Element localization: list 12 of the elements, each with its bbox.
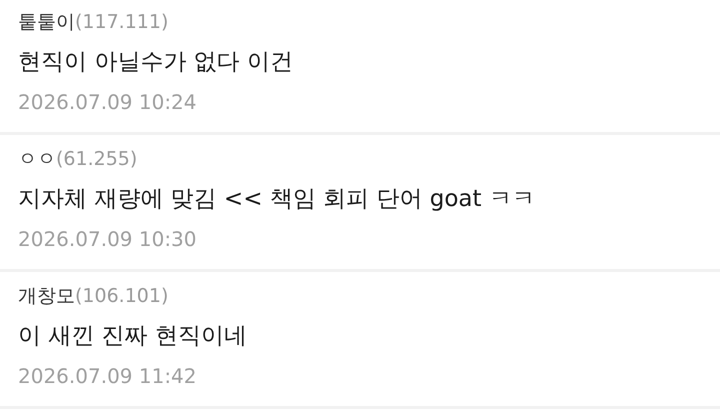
comment-text: 지자체 재량에 맞김 << 책임 회피 단어 goat ㅋㅋ	[18, 185, 536, 214]
comment-ip: (61.255)	[56, 148, 138, 170]
comment-text: 현직이 아닐수가 없다 이건	[18, 48, 294, 77]
comment-date: 2026.07.09 10:24	[18, 89, 198, 116]
comment-text: 이 새낀 진짜 현직이네	[18, 322, 248, 351]
comment-author: 개창모	[18, 284, 75, 309]
comment-date: 2026.07.09 11:42	[18, 363, 198, 390]
comment-author: ㅇㅇ	[18, 147, 56, 172]
comment-author: 퉅퉅이	[18, 10, 75, 35]
comment-ip: (106.101)	[75, 285, 168, 307]
comment-date: 2026.07.09 10:30	[18, 226, 198, 253]
comment-ip: (117.111)	[75, 11, 168, 33]
